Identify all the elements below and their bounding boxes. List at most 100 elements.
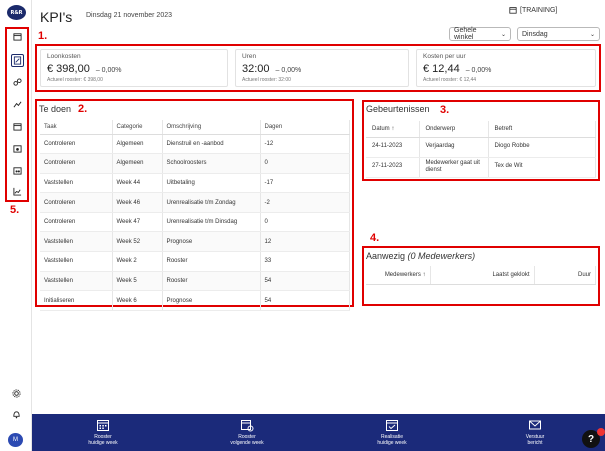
table-row[interactable]: Controleren Algemeen Schoolroosters 0 xyxy=(40,153,350,174)
cell: Diogo Robbe xyxy=(488,137,596,158)
sidebar-item-roster[interactable] xyxy=(11,142,24,155)
environment-label: [TRAINING] xyxy=(520,6,558,14)
kpi-delta: – 0,00% xyxy=(465,67,492,74)
sidebar-item-dashboard[interactable] xyxy=(11,30,24,43)
cell: Week 2 xyxy=(112,251,163,272)
column-header[interactable]: Laatst geklokt xyxy=(430,266,535,285)
column-header[interactable]: Betreft xyxy=(488,121,596,138)
cell: Vaststellen xyxy=(40,173,113,194)
table-row[interactable]: Vaststellen Week 44 Uitbetaling -17 xyxy=(40,173,350,194)
cell: Algemeen xyxy=(112,153,163,174)
sidebar-item-planning[interactable] xyxy=(11,164,24,177)
column-header[interactable]: Medewerkers ↑ xyxy=(366,266,431,285)
cell: Controleren xyxy=(40,153,113,174)
column-header[interactable]: Onderwerp xyxy=(419,121,489,138)
table-row[interactable]: Controleren Algemeen Dienstruil en -aanbod… xyxy=(40,134,350,155)
table-row[interactable]: 27-11-2023 Medewerker gaat uit dienst Tex … xyxy=(366,157,596,178)
table-header-row: Taak Categorie Omschrijving Dagen xyxy=(40,120,350,135)
sort-up-icon: ↑ xyxy=(391,125,395,132)
cell: 27-11-2023 xyxy=(366,157,420,178)
todo-title: Te doen xyxy=(39,104,72,114)
table-header-row: Medewerkers ↑ Laatst geklokt Duur xyxy=(366,266,596,285)
column-header[interactable]: Datum ↑ xyxy=(366,121,420,138)
calendar-check-icon xyxy=(386,420,398,431)
cell: Urenrealisatie t/m Dinsdag xyxy=(162,212,261,233)
send-message-button[interactable]: Verstuur bericht xyxy=(505,418,565,447)
period-select[interactable]: Dinsdag ⌄ xyxy=(517,27,600,41)
kpi-value: € 398,00 xyxy=(47,63,90,75)
cell: Controleren xyxy=(40,134,113,155)
column-header[interactable]: Dagen xyxy=(260,120,350,135)
kpi-value: € 12,44 xyxy=(423,63,460,75)
chevron-down-icon: ⌄ xyxy=(589,31,595,38)
settings-button[interactable] xyxy=(11,388,22,399)
chevron-down-icon: ⌄ xyxy=(500,31,506,38)
page-date: Dinsdag 21 november 2023 xyxy=(86,12,173,19)
annotation-presence: 4. xyxy=(370,232,380,244)
roster-current-week-button[interactable]: Rooster huidige week xyxy=(73,418,133,447)
cell: Week 44 xyxy=(112,173,163,194)
kpi-card-labor-cost: Loonkosten € 398,00 – 0,00% Actueel roost… xyxy=(40,49,228,87)
cell: 0 xyxy=(260,153,350,174)
table-row[interactable]: Vaststellen Week 2 Rooster 33 xyxy=(40,251,350,272)
kpi-value-row: 32:00 – 0,00% xyxy=(242,63,402,75)
presence-table: Medewerkers ↑ Laatst geklokt Duur xyxy=(366,266,596,285)
cell: 0 xyxy=(260,212,350,233)
cell: Week 46 xyxy=(112,192,163,213)
trend-icon xyxy=(13,101,22,108)
user-avatar[interactable]: M xyxy=(8,433,23,447)
kpi-value: 32:00 xyxy=(242,63,270,75)
sidebar-item-schedule[interactable] xyxy=(11,120,24,133)
column-header[interactable]: Duur xyxy=(534,266,596,285)
table-header-row: Datum ↑ Onderwerp Betreft xyxy=(366,121,596,138)
annotation-todo: 2. xyxy=(78,103,88,115)
cell: 54 xyxy=(260,271,350,292)
store-select[interactable]: Gehele winkel ⌄ xyxy=(449,27,511,41)
roster-next-week-button[interactable]: Rooster volgende week xyxy=(217,418,277,447)
sidebar: R&R M xyxy=(0,0,32,451)
cell: Dienstruil en -aanbod xyxy=(162,134,261,155)
cell: Medewerker gaat uit dienst xyxy=(419,157,489,178)
button-sublabel: bericht xyxy=(527,440,543,447)
store-select-value: Gehele winkel xyxy=(454,27,477,41)
cell: Rooster xyxy=(162,251,261,272)
cell: Controleren xyxy=(40,212,113,233)
app-logo: R&R xyxy=(7,5,26,20)
column-header[interactable]: Categorie xyxy=(112,120,163,135)
kpi-sub: Actueel rooster: € 398,00 xyxy=(47,77,103,83)
kpi-delta: – 0,00% xyxy=(95,67,122,74)
cell: Algemeen xyxy=(112,134,163,155)
sidebar-item-trends[interactable] xyxy=(11,98,24,111)
calendar-people-icon xyxy=(13,167,22,175)
kpi-delta: – 0,00% xyxy=(275,67,302,74)
cell: Week 6 xyxy=(112,290,163,311)
bell-icon xyxy=(13,411,20,419)
column-header[interactable]: Taak xyxy=(40,120,113,135)
table-row[interactable]: Controleren Week 46 Urenrealisatie t/m Zon… xyxy=(40,192,350,213)
cell: Week 5 xyxy=(112,271,163,292)
cell: 54 xyxy=(260,290,350,311)
cell: Initialiseren xyxy=(40,290,113,311)
calendar-refresh-icon xyxy=(241,420,254,432)
notifications-button[interactable] xyxy=(11,409,22,420)
table-row[interactable]: Controleren Week 47 Urenrealisatie t/m Din… xyxy=(40,212,350,233)
calendar-icon xyxy=(13,123,22,131)
table-row[interactable]: Initialiseren Week 6 Prognose 54 xyxy=(40,290,350,311)
sidebar-item-people[interactable] xyxy=(11,76,24,89)
kpi-value-row: € 398,00 – 0,00% xyxy=(47,63,221,75)
table-row[interactable]: Vaststellen Week 5 Rooster 54 xyxy=(40,271,350,292)
period-select-value: Dinsdag xyxy=(522,30,548,38)
kpi-card-hours: Uren 32:00 – 0,00% Actueel rooster: 32:00 xyxy=(235,49,409,87)
todo-table: Taak Categorie Omschrijving Dagen Contro… xyxy=(40,120,350,311)
calendar-users-icon xyxy=(13,145,22,153)
cell: Schoolroosters xyxy=(162,153,261,174)
column-header[interactable]: Omschrijving xyxy=(162,120,261,135)
sidebar-item-statistics[interactable] xyxy=(11,185,24,198)
presence-title-text: Aanwezig xyxy=(366,251,406,261)
cell: Rooster xyxy=(162,271,261,292)
table-row[interactable]: Vaststellen Week 52 Prognose 12 xyxy=(40,231,350,253)
environment-indicator[interactable]: [TRAINING] xyxy=(509,6,557,14)
sidebar-item-kpi[interactable] xyxy=(11,54,24,67)
realisation-current-week-button[interactable]: Realisatie huidige week xyxy=(362,418,422,447)
table-row[interactable]: 24-11-2023 Verjaardag Diogo Robbe xyxy=(366,137,596,158)
